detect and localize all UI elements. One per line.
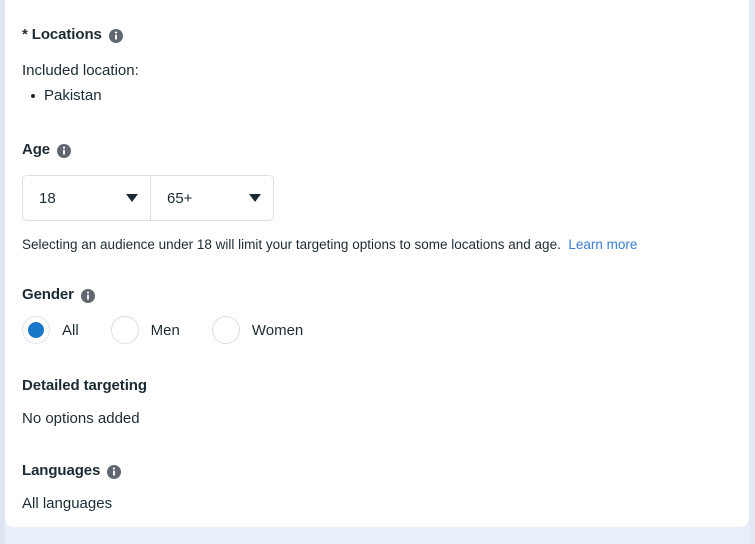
age-max-value: 65+ xyxy=(167,189,193,207)
languages-heading-label: Languages xyxy=(22,462,101,479)
info-icon[interactable] xyxy=(57,143,72,158)
page-viewport: * Locations Included location: Pakistan xyxy=(0,0,755,544)
chevron-down-icon xyxy=(126,194,138,202)
languages-value: All languages xyxy=(22,495,113,512)
age-note: Selecting an audience under 18 will limi… xyxy=(22,236,741,254)
detailed-targeting-value: No options added xyxy=(22,410,140,427)
age-max-select[interactable]: 65+ xyxy=(151,176,273,220)
included-location-label: Included location: xyxy=(22,62,139,79)
gender-radio-group: All Men Women xyxy=(22,316,741,344)
gender-option-women[interactable]: Women xyxy=(211,316,304,344)
age-note-text: Selecting an audience under 18 will limi… xyxy=(22,237,561,252)
languages-section: Languages All languages xyxy=(22,462,741,514)
info-icon[interactable] xyxy=(108,28,123,43)
age-heading-label: Age xyxy=(22,141,51,158)
locations-heading-label: * Locations xyxy=(22,26,102,43)
age-min-value: 18 xyxy=(39,189,56,207)
detailed-targeting-section: Detailed targeting No options added xyxy=(22,377,741,429)
gender-option-all-label: All xyxy=(62,321,79,339)
radio-dot xyxy=(28,322,44,338)
info-icon[interactable] xyxy=(80,288,95,303)
radio-icon-selected xyxy=(22,316,50,344)
age-section: Age 18 65+ Selecting an audience under 1… xyxy=(22,141,741,254)
locations-heading: * Locations xyxy=(22,26,741,43)
languages-heading: Languages xyxy=(22,462,741,479)
radio-icon xyxy=(211,316,240,344)
gender-heading-label: Gender xyxy=(22,286,74,303)
gender-section: Gender All Men Women xyxy=(22,286,741,344)
learn-more-link[interactable]: Learn more xyxy=(568,237,637,252)
audience-targeting-card: * Locations Included location: Pakistan xyxy=(5,0,749,527)
age-min-select[interactable]: 18 xyxy=(23,176,151,220)
gender-option-women-label: Women xyxy=(251,321,304,339)
list-item: Pakistan xyxy=(31,85,741,107)
locations-section: * Locations Included location: Pakistan xyxy=(22,0,741,107)
chevron-down-icon xyxy=(249,194,261,202)
detailed-targeting-heading-label: Detailed targeting xyxy=(22,377,147,394)
age-range-selects: 18 65+ xyxy=(22,175,274,221)
detailed-targeting-heading: Detailed targeting xyxy=(22,377,741,394)
gender-option-all[interactable]: All xyxy=(22,316,79,344)
info-icon[interactable] xyxy=(107,464,122,479)
included-locations-list: Pakistan xyxy=(22,85,741,107)
right-edge-rail xyxy=(749,0,755,544)
gender-option-men[interactable]: Men xyxy=(110,316,180,344)
gender-heading: Gender xyxy=(22,286,741,303)
age-heading: Age xyxy=(22,141,741,158)
card-content: * Locations Included location: Pakistan xyxy=(22,0,741,514)
gender-option-men-label: Men xyxy=(150,321,180,339)
radio-icon xyxy=(110,316,139,344)
